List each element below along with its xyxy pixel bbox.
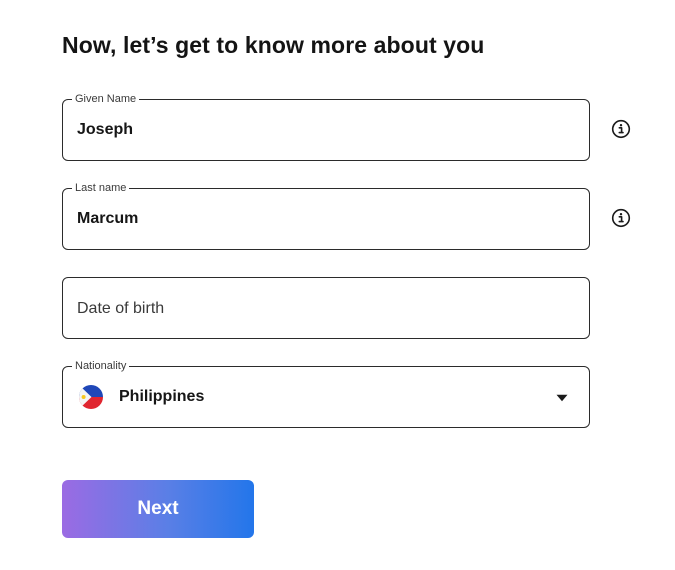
nationality-select[interactable]: Nationality Philippines [62,360,590,428]
page-heading: Now, let’s get to know more about you [62,32,485,58]
last-name-label: Last name [72,182,130,194]
date-of-birth-row: Date of birth [62,277,642,341]
given-name-label: Given Name [72,93,140,105]
given-name-field[interactable]: Given Name Joseph [62,93,590,161]
nationality-value: Philippines [119,388,205,405]
last-name-row: Last name Marcum [62,182,642,252]
last-name-field[interactable]: Last name Marcum [62,182,590,250]
given-name-value: Joseph [77,121,134,138]
nationality-label: Nationality [72,360,130,372]
philippines-flag-icon [79,385,103,409]
last-name-value: Marcum [77,210,139,227]
nationality-row: Nationality Philippines [62,360,642,430]
info-icon[interactable] [611,208,631,228]
info-icon[interactable] [611,119,631,139]
next-button[interactable]: Next [62,480,254,538]
given-name-row: Given Name Joseph [62,93,642,163]
date-of-birth-placeholder: Date of birth [77,300,165,317]
caret-down-icon[interactable] [556,394,568,402]
date-of-birth-field[interactable]: Date of birth [62,277,590,339]
